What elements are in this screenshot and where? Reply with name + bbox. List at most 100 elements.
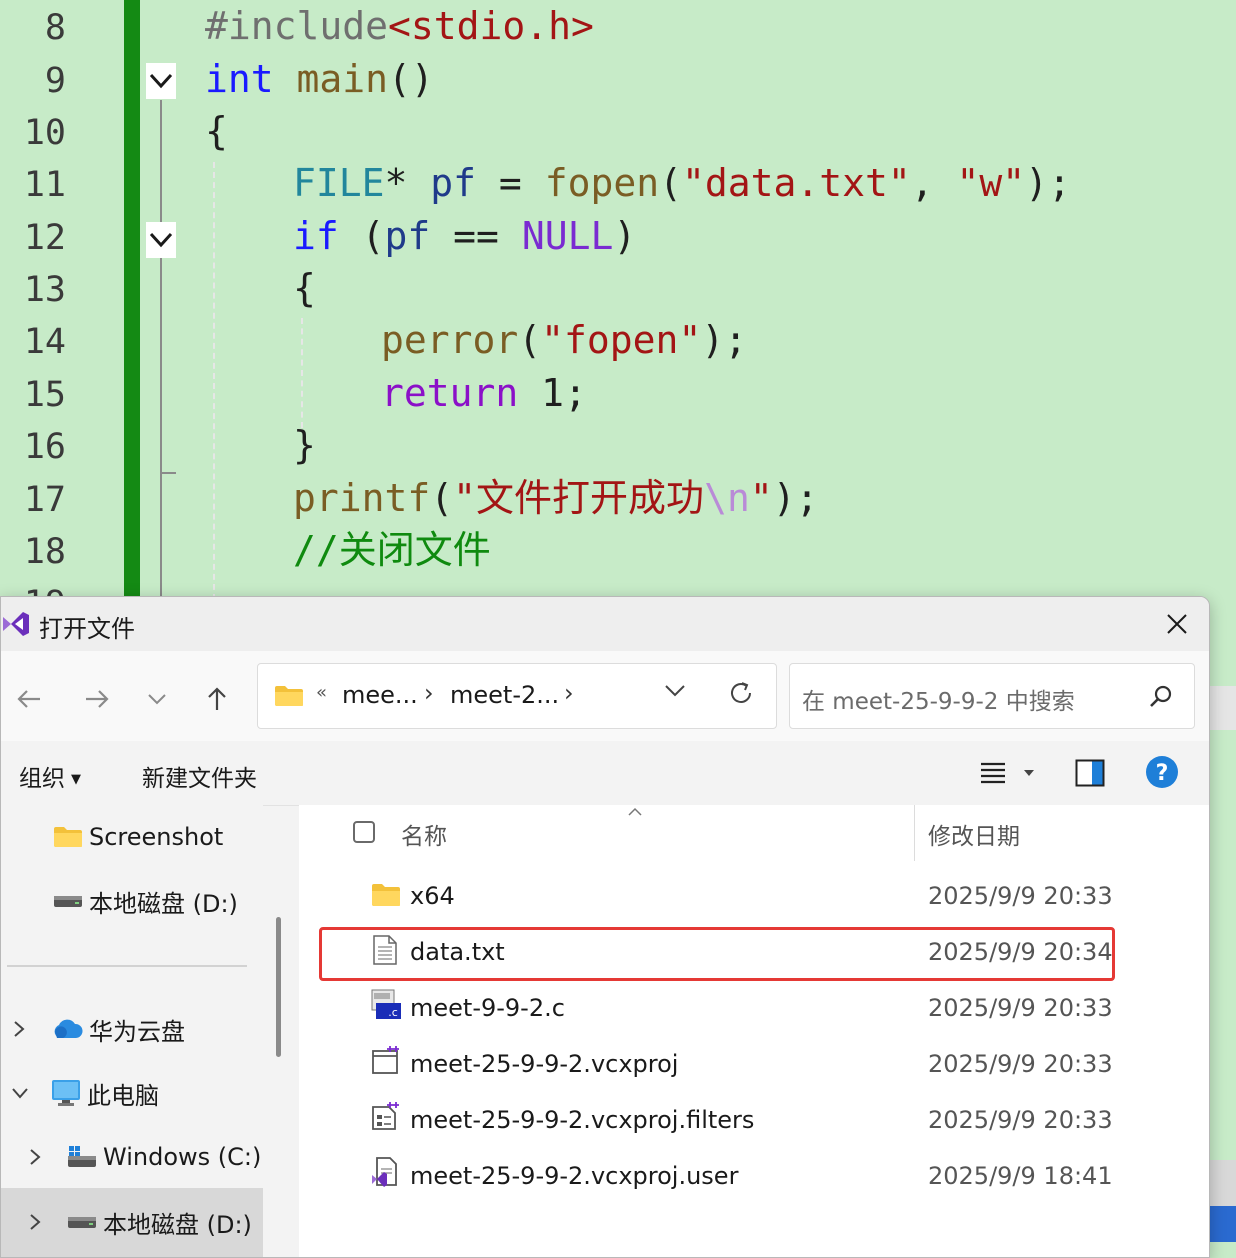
address-dropdown-icon[interactable] — [664, 684, 686, 698]
file-row[interactable]: x64 2025/9/9 20:33 — [299, 869, 1209, 925]
code-line-17[interactable]: printf("文件打开成功\n"); — [293, 472, 818, 524]
file-row[interactable]: meet-25-9-9-2.vcxproj 2025/9/9 20:33 — [299, 1037, 1209, 1093]
nav-divider — [7, 965, 247, 967]
chevron-right-icon[interactable] — [27, 1213, 43, 1231]
punctuation: , — [910, 161, 957, 205]
line-number: 16 — [23, 427, 66, 467]
recent-locations-button[interactable] — [137, 679, 177, 719]
vcxproj-icon — [372, 1046, 399, 1074]
nav-item-screenshot[interactable]: Screenshot — [53, 809, 223, 865]
file-row[interactable]: meet-25-9-9-2.vcxproj.user 2025/9/9 18:4… — [299, 1149, 1209, 1205]
comment: //关闭文件 — [293, 528, 491, 572]
arrow-right-icon — [86, 690, 109, 708]
nav-pane-scrollbar[interactable] — [276, 917, 281, 1057]
file-row[interactable]: meet-25-9-9-2.vcxproj.filters 2025/9/9 2… — [299, 1093, 1209, 1149]
dialog-titlebar[interactable]: 打开文件 — [1, 597, 1209, 651]
help-icon[interactable]: ? — [1145, 755, 1179, 789]
code-line-16[interactable]: } — [293, 419, 316, 471]
chevron-down-icon[interactable] — [11, 1086, 29, 1100]
chevron-down-icon — [149, 73, 173, 89]
chevron-down-icon — [148, 694, 166, 705]
close-button[interactable] — [1153, 603, 1201, 645]
fold-toggle-if[interactable] — [146, 222, 176, 258]
nav-item-windows-c[interactable]: Windows (C:) — [27, 1129, 261, 1185]
line-number: 8 — [44, 8, 66, 48]
string-literal: "文件打开成功 — [453, 476, 705, 520]
line-number: 10 — [23, 113, 66, 153]
string-literal: "data.txt" — [681, 161, 911, 205]
select-all-checkbox[interactable] — [353, 821, 375, 843]
address-bar[interactable]: « mee... › meet-2... › — [257, 663, 777, 729]
open-file-dialog[interactable]: 打开文件 « mee... › meet-2... › 在 meet-25-9-… — [0, 596, 1210, 1258]
search-input[interactable]: 在 meet-25-9-9-2 中搜索 — [789, 663, 1195, 729]
breadcrumb-overflow-icon[interactable]: « — [316, 682, 327, 703]
red-highlight-box — [319, 927, 1115, 981]
code-line-10[interactable]: { — [205, 105, 228, 157]
operator: == — [430, 214, 522, 258]
line-number: 12 — [23, 218, 66, 258]
drive-icon — [68, 1146, 96, 1167]
keyword: if — [293, 214, 339, 258]
fold-toggle-main[interactable] — [146, 63, 176, 99]
file-name: meet-25-9-9-2.vcxproj — [410, 1050, 679, 1078]
brace: { — [293, 266, 316, 310]
indent-guide — [301, 318, 303, 428]
breadcrumb-separator[interactable]: › — [424, 679, 434, 707]
breadcrumb-separator[interactable]: › — [564, 679, 574, 707]
code-line-9[interactable]: int main() — [205, 53, 434, 105]
nav-item-this-pc[interactable]: 此电脑 — [11, 1065, 159, 1121]
file-name: meet-9-9-2.c — [410, 994, 565, 1022]
code-line-13[interactable]: { — [293, 262, 316, 314]
line-number-gutter: 8 9 10 11 12 13 14 15 16 17 18 19 — [0, 0, 124, 600]
escape-sequence: \n — [704, 476, 750, 520]
number-literal: 1; — [518, 371, 587, 415]
file-list[interactable]: 名称 修改日期 x64 2025/9/9 20:33 data.txt 2025… — [299, 805, 1209, 1257]
nav-item-label: 此电脑 — [87, 1081, 159, 1110]
column-header-name[interactable]: 名称 — [401, 817, 447, 851]
file-row[interactable]: .c meet-9-9-2.c 2025/9/9 20:33 — [299, 981, 1209, 1037]
breadcrumb-item[interactable]: mee... — [342, 681, 418, 709]
preview-pane-icon[interactable] — [1075, 759, 1105, 787]
back-button[interactable] — [9, 679, 49, 719]
new-folder-button[interactable]: 新建文件夹 — [142, 759, 257, 793]
string-literal: " — [749, 476, 773, 520]
dialog-title: 打开文件 — [39, 615, 135, 643]
refresh-icon[interactable] — [728, 680, 754, 706]
folder-icon — [372, 884, 400, 906]
code-line-11[interactable]: FILE* pf = fopen("data.txt", "w"); — [293, 157, 1071, 209]
nav-item-label: Windows (C:) — [103, 1143, 262, 1171]
file-name: meet-25-9-9-2.vcxproj.filters — [410, 1106, 755, 1134]
nav-item-huawei-cloud[interactable]: 华为云盘 — [11, 1001, 185, 1057]
forward-button[interactable] — [77, 679, 117, 719]
brace: { — [205, 109, 228, 153]
code-line-12[interactable]: if (pf == NULL) — [293, 210, 636, 262]
up-button[interactable] — [197, 679, 237, 719]
file-name: x64 — [410, 882, 455, 910]
code-editor[interactable]: 8 9 10 11 12 13 14 15 16 17 18 19 #inclu… — [0, 0, 1236, 600]
keyword: int — [205, 57, 274, 101]
punctuation: ( — [518, 318, 542, 362]
cloud-icon — [54, 1019, 83, 1038]
nav-item-label: 华为云盘 — [89, 1017, 185, 1046]
column-divider[interactable] — [914, 805, 915, 861]
punctuation: ) — [613, 214, 637, 258]
code-line-8[interactable]: #include<stdio.h> — [205, 0, 594, 52]
code-line-15[interactable]: return 1; — [381, 367, 587, 419]
chevron-right-icon[interactable] — [11, 1020, 27, 1038]
punctuation: ); — [772, 476, 819, 520]
nav-item-local-disk-d[interactable]: 本地磁盘 (D:) — [53, 873, 238, 929]
close-icon — [1167, 614, 1187, 634]
column-header-modified[interactable]: 修改日期 — [928, 817, 1020, 851]
code-line-18[interactable]: //关闭文件 — [293, 524, 491, 576]
chevron-right-icon[interactable] — [27, 1148, 43, 1166]
breadcrumb-item[interactable]: meet-2... — [450, 681, 559, 709]
caret-down-icon[interactable] — [1023, 769, 1035, 777]
file-modified: 2025/9/9 18:41 — [928, 1162, 1113, 1190]
view-list-icon[interactable] — [979, 761, 1007, 785]
line-number: 13 — [23, 270, 66, 310]
computer-icon — [52, 1080, 80, 1106]
navigation-pane[interactable]: Screenshot 本地磁盘 (D:) 华为云盘 此电脑 Windows (C… — [1, 805, 263, 1257]
search-icon — [1150, 685, 1172, 707]
code-line-14[interactable]: perror("fopen"); — [381, 314, 747, 366]
organize-menu[interactable]: 组织 ▼ — [19, 759, 81, 793]
